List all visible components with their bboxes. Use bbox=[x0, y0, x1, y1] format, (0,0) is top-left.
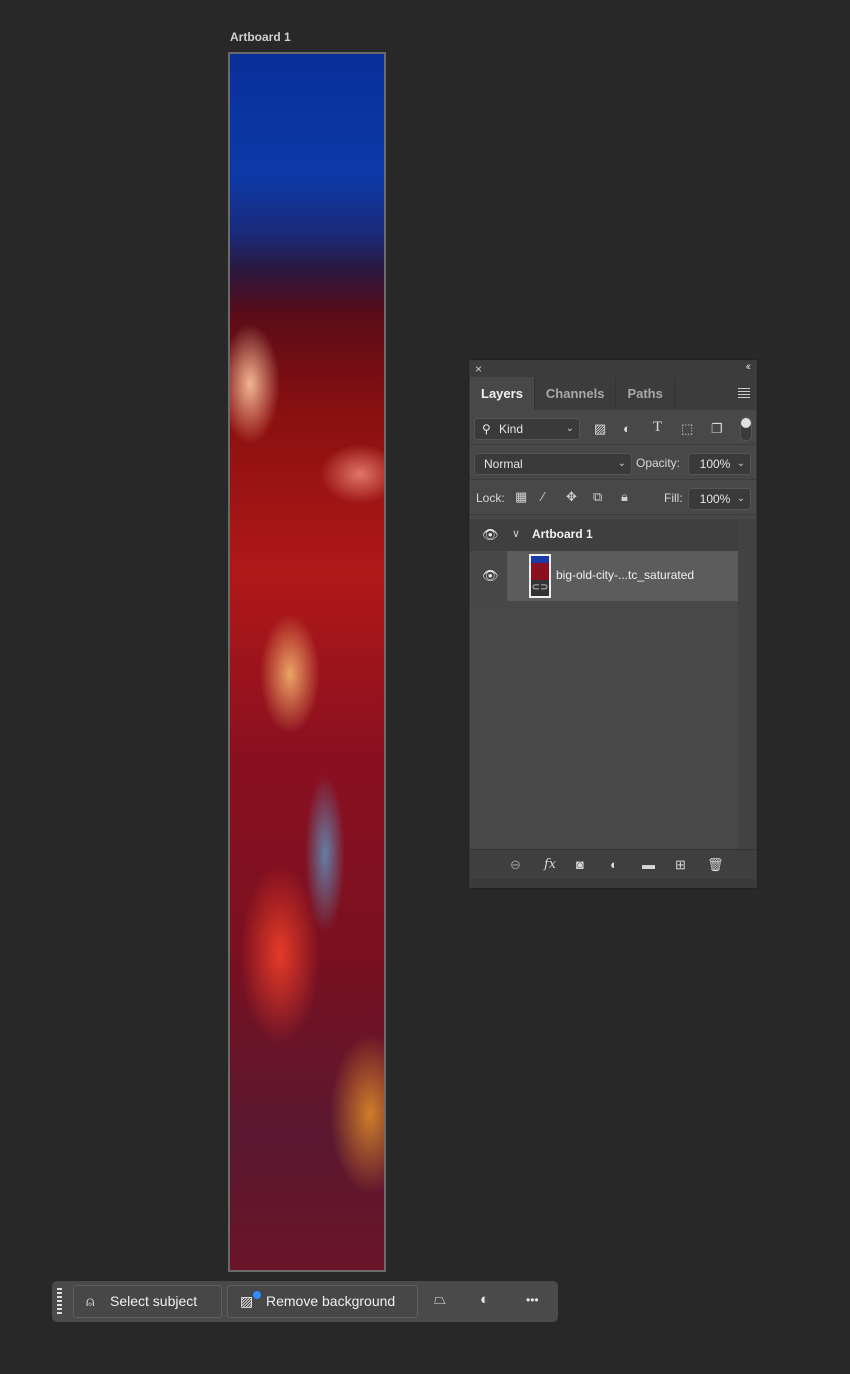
more-options-icon[interactable]: ••• bbox=[526, 1293, 539, 1307]
contextual-taskbar: ⍝ Select subject ▨ Remove background ⏢ ◐… bbox=[52, 1281, 558, 1322]
chevron-down-icon: ⌄ bbox=[617, 458, 626, 469]
tab-paths[interactable]: Paths bbox=[616, 377, 675, 410]
new-layer-icon[interactable]: ⊞ bbox=[675, 857, 686, 873]
fx-icon[interactable]: fx bbox=[544, 857, 556, 872]
layer-row-smart-object[interactable]: 👁︎ ⊂⊃ big-old-city-...tc_saturated bbox=[470, 551, 738, 601]
panel-resize-grip[interactable] bbox=[470, 879, 756, 887]
visibility-eye-icon[interactable]: 👁︎ bbox=[482, 568, 499, 584]
layer-name: Artboard 1 bbox=[532, 527, 593, 541]
adjustment-icon[interactable]: ◐ bbox=[480, 1291, 489, 1308]
image-filter-icon[interactable]: ▨ bbox=[594, 421, 606, 437]
opacity-label: Opacity: bbox=[636, 456, 681, 470]
lock-label: Lock: bbox=[476, 491, 505, 505]
smart-object-filter-icon[interactable]: ❐ bbox=[711, 421, 723, 437]
layer-name: big-old-city-...tc_saturated bbox=[556, 568, 695, 582]
fill-label: Fill: bbox=[664, 491, 683, 505]
layers-list: 👁︎ ∨ Artboard 1 👁︎ ⊂⊃ big-old-city-...tc… bbox=[470, 519, 738, 849]
new-feature-dot bbox=[253, 1291, 261, 1299]
kind-filter-value: Kind bbox=[499, 422, 524, 436]
lock-row: Lock: ▦ ⁄ ✥ ⧉ 🔒︎ Fill: 100% ⌄ bbox=[470, 480, 756, 515]
type-filter-icon[interactable]: T bbox=[653, 419, 662, 436]
transform-icon[interactable]: ⏢ bbox=[434, 1291, 446, 1308]
select-subject-icon: ⍝ bbox=[86, 1293, 95, 1309]
filter-toggle[interactable] bbox=[740, 417, 752, 441]
remove-background-label: Remove background bbox=[266, 1293, 396, 1309]
chevron-down-icon[interactable]: ∨ bbox=[512, 527, 520, 540]
blend-mode-value: Normal bbox=[484, 457, 523, 471]
opacity-dropdown[interactable]: ⌄ bbox=[732, 453, 751, 475]
artboard-canvas-image[interactable] bbox=[228, 52, 386, 1272]
folder-icon[interactable]: ▬ bbox=[642, 857, 655, 872]
lock-all-icon[interactable]: 🔒︎ bbox=[621, 489, 628, 505]
layer-row-artboard[interactable]: 👁︎ ∨ Artboard 1 bbox=[470, 519, 738, 551]
link-icon[interactable]: ⊖ bbox=[510, 857, 521, 873]
mask-icon[interactable]: ◙ bbox=[576, 857, 584, 872]
smart-object-link-icon: ⊂⊃ bbox=[531, 582, 549, 593]
select-subject-label: Select subject bbox=[110, 1293, 198, 1309]
filter-row: ⚲ Kind ⌄ ▨ ◐ T ⬚ ❐ bbox=[470, 410, 756, 445]
tab-channels[interactable]: Channels bbox=[535, 377, 617, 410]
artboard-label[interactable]: Artboard 1 bbox=[230, 30, 291, 44]
panel-header-bar: × ‹‹ bbox=[470, 361, 756, 377]
panel-tabs: Layers Channels Paths bbox=[470, 377, 756, 410]
adjustment-filter-icon[interactable]: ◐ bbox=[623, 421, 631, 436]
tab-layers[interactable]: Layers bbox=[470, 377, 535, 410]
image-icon: ▨ bbox=[240, 1293, 254, 1309]
layer-thumbnail: ⊂⊃ bbox=[529, 554, 551, 598]
layers-panel: × ‹‹ Layers Channels Paths ⚲ Kind ⌄ ▨ ◐ … bbox=[469, 360, 757, 888]
blend-row: Normal ⌄ Opacity: 100% ⌄ bbox=[470, 445, 756, 480]
close-icon[interactable]: × bbox=[475, 362, 482, 376]
search-icon: ⚲ bbox=[482, 422, 491, 436]
drag-handle[interactable] bbox=[57, 1288, 62, 1316]
remove-background-button[interactable]: ▨ Remove background bbox=[227, 1285, 418, 1318]
thumbnail-image bbox=[531, 556, 549, 580]
adjustment-icon[interactable]: ◐ bbox=[610, 857, 618, 872]
panel-menu-icon[interactable] bbox=[738, 388, 750, 400]
shape-filter-icon[interactable]: ⬚ bbox=[681, 421, 693, 437]
panel-footer: ⊖ fx ◙ ◐ ▬ ⊞ 🗑︎ bbox=[470, 849, 756, 880]
lock-artboard-icon[interactable]: ⧉ bbox=[593, 489, 602, 505]
lock-pixels-brush-icon[interactable]: ⁄ bbox=[542, 489, 544, 504]
kind-filter-select[interactable]: ⚲ Kind ⌄ bbox=[474, 418, 580, 440]
collapse-icon[interactable]: ‹‹ bbox=[746, 361, 752, 373]
blend-mode-select[interactable]: Normal ⌄ bbox=[474, 453, 632, 475]
fill-dropdown[interactable]: ⌄ bbox=[732, 488, 751, 510]
select-subject-button[interactable]: ⍝ Select subject bbox=[73, 1285, 222, 1318]
trash-icon[interactable]: 🗑︎ bbox=[707, 857, 724, 873]
lock-transparency-icon[interactable]: ▦ bbox=[515, 489, 527, 505]
layers-scrollbar[interactable] bbox=[738, 519, 756, 849]
visibility-eye-icon[interactable]: 👁︎ bbox=[482, 527, 499, 543]
chevron-down-icon: ⌄ bbox=[565, 423, 574, 434]
lock-position-move-icon[interactable]: ✥ bbox=[566, 489, 577, 505]
